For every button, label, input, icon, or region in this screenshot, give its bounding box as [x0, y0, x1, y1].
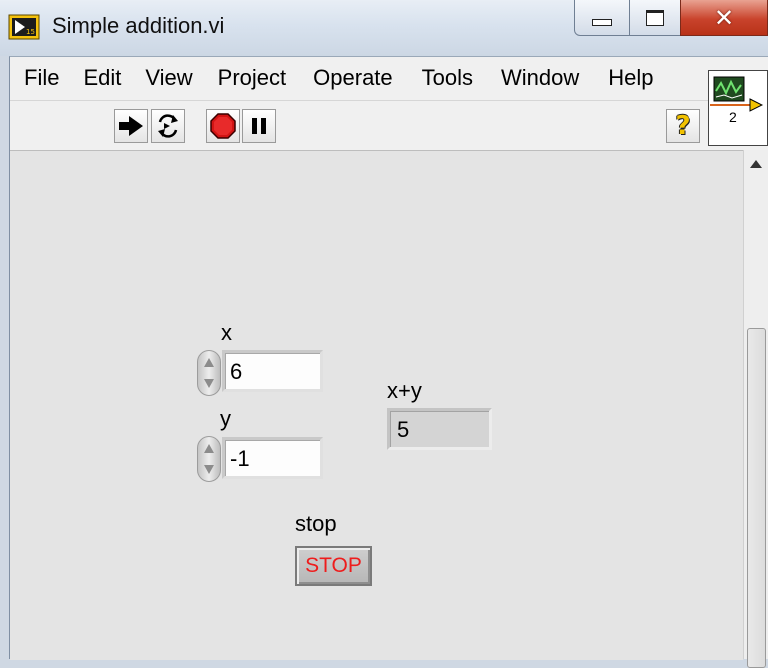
y-increment-icon[interactable] — [204, 444, 214, 453]
menu-window[interactable]: Window — [501, 65, 579, 91]
svg-text:15: 15 — [26, 28, 35, 36]
menu-edit[interactable]: Edit — [83, 65, 121, 91]
y-label: y — [220, 406, 231, 431]
y-decrement-icon[interactable] — [204, 465, 214, 474]
x-numeric-control[interactable]: 6 — [222, 350, 323, 392]
menu-project[interactable]: Project — [218, 65, 286, 91]
context-help-icon: ? — [675, 111, 691, 141]
minimize-icon — [592, 19, 612, 26]
stop-button[interactable]: STOP — [295, 546, 372, 586]
menu-view[interactable]: View — [145, 65, 192, 91]
pause-button[interactable] — [242, 109, 276, 143]
abort-button[interactable] — [206, 109, 240, 143]
title-bar: 15 Simple addition.vi ✕ — [0, 0, 768, 56]
maximize-icon — [646, 9, 664, 26]
vi-icon-number: 2 — [729, 109, 737, 125]
menu-file[interactable]: File — [24, 65, 59, 91]
run-button[interactable] — [114, 109, 148, 143]
close-button[interactable]: ✕ — [680, 0, 768, 36]
context-help-button[interactable]: ? — [666, 109, 700, 143]
front-panel — [10, 150, 743, 660]
vi-graph-icon — [710, 76, 764, 112]
toolbar: ? — [10, 100, 708, 151]
x-decrement-icon[interactable] — [204, 379, 214, 388]
sum-numeric-indicator: 5 — [387, 408, 492, 450]
menu-operate[interactable]: Operate — [313, 65, 393, 91]
menu-help[interactable]: Help — [608, 65, 653, 91]
vertical-scrollbar[interactable] — [743, 150, 768, 668]
x-increment-icon[interactable] — [204, 358, 214, 367]
vi-icon[interactable]: 2 — [708, 70, 768, 146]
window-title: Simple addition.vi — [52, 13, 225, 38]
scroll-up-icon[interactable] — [750, 160, 762, 168]
labview-app-icon[interactable]: 15 — [8, 14, 40, 40]
close-icon: ✕ — [713, 3, 735, 32]
stop-label: stop — [295, 511, 337, 536]
abort-icon — [210, 113, 236, 139]
run-continuously-icon — [158, 114, 178, 138]
x-label: x — [221, 320, 232, 345]
run-arrow-icon — [119, 116, 143, 136]
scroll-thumb[interactable] — [747, 328, 766, 668]
x-increment-decrement[interactable] — [197, 350, 221, 396]
menu-bar: File Edit View Project Operate Tools Win… — [10, 57, 708, 99]
minimize-button[interactable] — [574, 0, 630, 36]
maximize-button[interactable] — [629, 0, 681, 36]
y-numeric-control[interactable]: -1 — [222, 437, 323, 479]
y-increment-decrement[interactable] — [197, 436, 221, 482]
pause-icon — [252, 118, 266, 134]
sum-label: x+y — [387, 378, 422, 403]
menu-tools[interactable]: Tools — [422, 65, 473, 91]
run-continuously-button[interactable] — [151, 109, 185, 143]
